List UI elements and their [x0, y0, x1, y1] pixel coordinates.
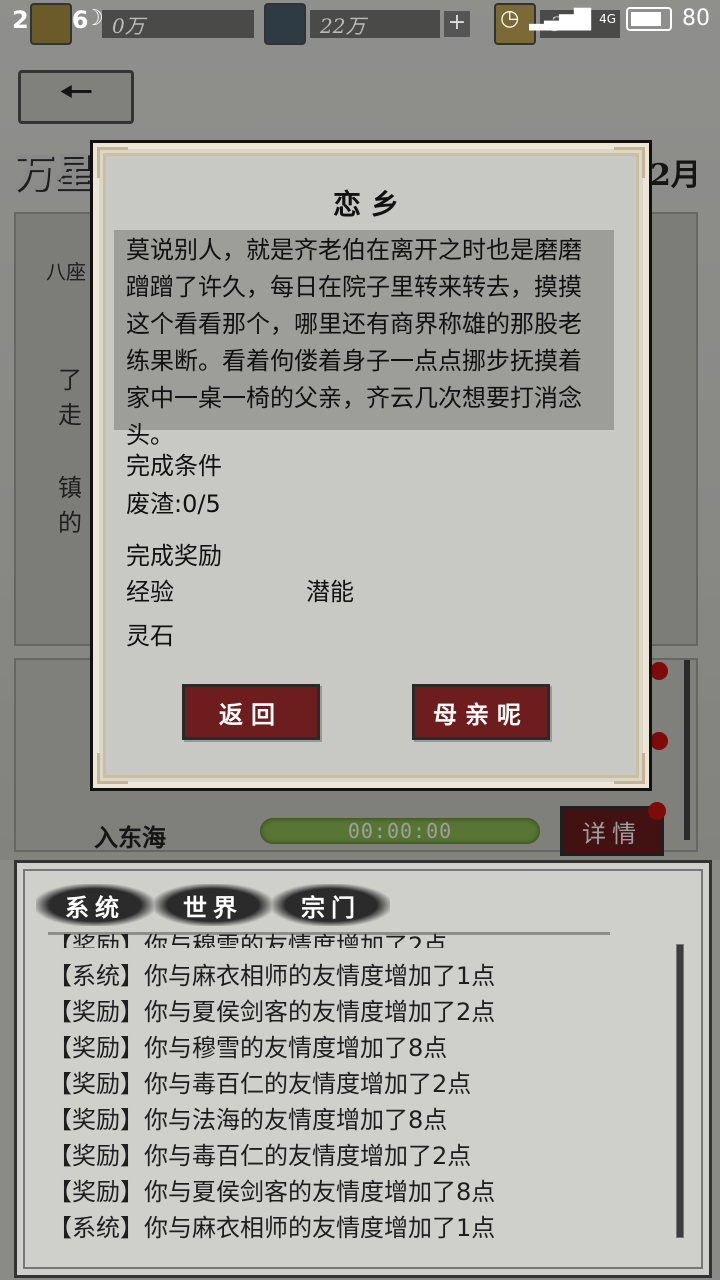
chat-message: 【奖励】你与夏侯剑客的友情度增加了2点: [48, 998, 496, 1026]
status-bar: 23:26 ☽ 0万 22万 + 3 ◷ ▂▃▅▇ 4G 80: [0, 0, 720, 45]
resource-2-value: 22万: [310, 10, 440, 38]
tab-sect[interactable]: 宗门: [272, 884, 390, 926]
corner-ornament: [97, 147, 128, 178]
quest-title: 恋乡: [332, 188, 409, 221]
chat-scrollbar[interactable]: [676, 944, 684, 1238]
network-type: 4G: [599, 11, 616, 26]
chat-message: 【奖励】你与穆雪的友情度增加了8点: [48, 1034, 448, 1062]
battery-level: 80: [682, 6, 710, 31]
system-icons: ◷ ▂▃▅▇ 4G 80: [500, 6, 710, 31]
corner-ornament: [614, 147, 645, 178]
condition-value: 废渣:0/5: [126, 490, 221, 518]
rewards-label: 完成奖励: [126, 542, 222, 570]
conditions-label: 完成条件: [126, 452, 222, 480]
chat-message: 【系统】你与麻衣相师的友情度增加了1点: [48, 962, 496, 990]
chat-message: 【奖励】你与穆雪的友情度增加了2点: [48, 932, 448, 948]
story-text: 莫说别人，就是齐老伯在离开之时也是磨磨蹭蹭了许久，每日在院子里转来转去，摸摸这个…: [126, 236, 582, 449]
reward-exp: 经验: [126, 578, 174, 606]
tab-world[interactable]: 世界: [154, 884, 272, 926]
gem-icon: [264, 3, 306, 45]
signal-icon: ▂▃▅▇: [529, 6, 591, 31]
add-resource-button[interactable]: +: [444, 11, 470, 37]
mother-button[interactable]: 母亲呢: [412, 684, 550, 740]
corner-ornament: [614, 753, 645, 784]
coin-icon: [30, 3, 72, 45]
chat-message: 【系统】你与麻衣相师的友情度增加了1点: [48, 1214, 496, 1242]
chat-message: 【奖励】你与毒百仁的友情度增加了2点: [48, 1070, 472, 1098]
return-button[interactable]: 返回: [182, 684, 320, 740]
resource-1: 0万: [30, 3, 254, 45]
chat-message: 【奖励】你与夏侯剑客的友情度增加了8点: [48, 1178, 496, 1206]
resource-1-value: 0万: [102, 10, 254, 38]
tab-system[interactable]: 系统: [36, 884, 154, 926]
battery-icon: [626, 6, 672, 31]
alarm-icon: ◷: [500, 6, 520, 31]
reward-spirit-stone: 灵石: [126, 622, 174, 650]
resource-2: 22万 +: [264, 3, 470, 45]
reward-potential: 潜能: [306, 578, 354, 606]
chat-message: 【奖励】你与法海的友情度增加了8点: [48, 1106, 448, 1134]
chat-message: 【奖励】你与毒百仁的友情度增加了2点: [48, 1142, 472, 1170]
corner-ornament: [97, 753, 128, 784]
